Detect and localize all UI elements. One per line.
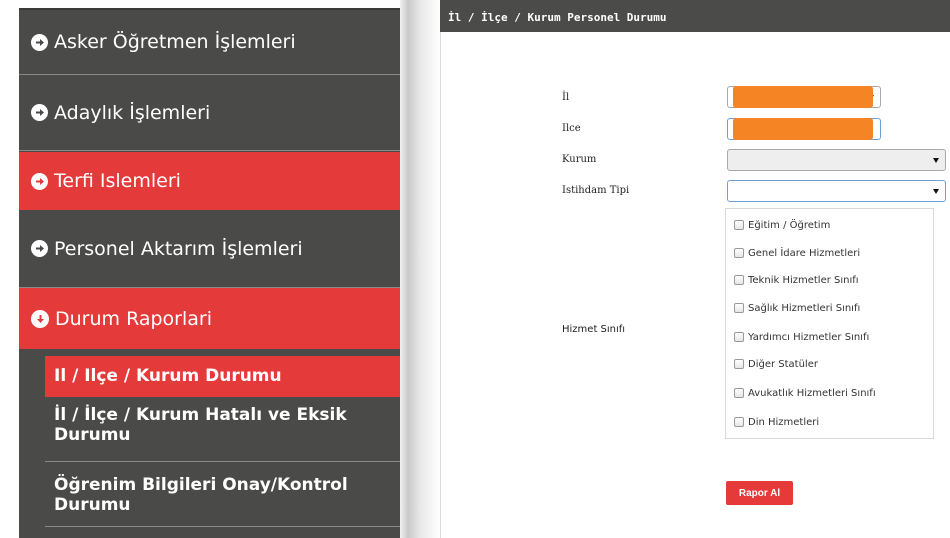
- label-istihdam: Istihdam Tipi: [562, 185, 630, 196]
- subitem-label-line2: Durumu: [54, 495, 131, 515]
- checkbox-label: Avukatlık Hizmetleri Sınıfı: [748, 387, 876, 399]
- checkbox-din-hizmetleri[interactable]: Din Hizmetleri: [734, 415, 819, 429]
- arrow-right-icon: [31, 33, 48, 51]
- checkbox-genel-idare[interactable]: Genel İdare Hizmetleri: [734, 246, 860, 260]
- istihdam-tipi-select[interactable]: [727, 180, 946, 202]
- checkbox-diger-statuler[interactable]: Diğer Statüler: [734, 357, 818, 371]
- sidebar-left-margin: [0, 0, 19, 538]
- sidebar-item-label: Terfi Islemleri: [54, 170, 181, 192]
- checkbox-avukatlik-hizmetleri[interactable]: Avukatlık Hizmetleri Sınıfı: [734, 386, 876, 400]
- checkbox-label: Diğer Statüler: [748, 358, 818, 370]
- checkbox-label: Sağlık Hizmetleri Sınıfı: [748, 302, 861, 314]
- subitem-hatali-eksik-durumu[interactable]: İl / İlçe / Kurum Hatalı ve Eksik Durumu: [45, 405, 400, 455]
- il-select-redaction: [733, 86, 873, 108]
- subitem-label-line1: İl / İlçe / Kurum Hatalı ve Eksik: [54, 405, 347, 425]
- checkbox-label: Yardımcı Hizmetler Sınıfı: [748, 331, 870, 343]
- label-ilce: Ilce: [562, 123, 581, 134]
- sidebar-top-gap: [19, 0, 400, 8]
- label-kurum: Kurum: [562, 154, 597, 165]
- checkbox[interactable]: [734, 303, 744, 313]
- sidebar-item-label: Personel Aktarım İşlemleri: [54, 237, 303, 260]
- label-il: İl: [562, 92, 570, 103]
- sidebar-item-asker-ogretmen[interactable]: Asker Öğretmen İşlemleri: [19, 10, 400, 75]
- checkbox[interactable]: [734, 275, 744, 285]
- label-hizmet-sinifi: Hizmet Sınıfı: [562, 324, 626, 335]
- hizmet-sinifi-list: [725, 208, 934, 439]
- sidebar-item-personel-aktarim[interactable]: Personel Aktarım İşlemleri: [19, 210, 400, 288]
- subitem-ogrenim-bilgileri[interactable]: Öğrenim Bilgileri Onay/Kontrol Durumu: [45, 475, 400, 525]
- checkbox[interactable]: [734, 417, 744, 427]
- rapor-al-button[interactable]: Rapor Al: [726, 481, 793, 505]
- checkbox-label: Din Hizmetleri: [748, 416, 820, 428]
- sidebar: Asker Öğretmen İşlemleri Adaylık İşlemle…: [0, 0, 420, 538]
- sidebar-item-terfi[interactable]: Terfi Islemleri: [19, 152, 400, 210]
- kurum-select[interactable]: [727, 149, 946, 171]
- checkbox[interactable]: [734, 332, 744, 342]
- checkbox-teknik-hizmetler[interactable]: Teknik Hizmetler Sınıfı: [734, 273, 859, 287]
- checkbox-egitim-ogretim[interactable]: Eğitim / Öğretim: [734, 218, 830, 232]
- checkbox-label: Genel İdare Hizmetleri: [748, 247, 861, 259]
- sidebar-item-label: Durum Raporlari: [55, 307, 213, 330]
- checkbox-saglik-hizmetleri[interactable]: Sağlık Hizmetleri Sınıfı: [734, 301, 860, 315]
- subitem-label-line2: Durumu: [54, 425, 131, 445]
- ilce-select-redaction: [733, 118, 873, 140]
- checkbox[interactable]: [734, 388, 744, 398]
- subitem-divider: [45, 526, 400, 527]
- sidebar-item-durum-raporlari[interactable]: Durum Raporlari: [19, 288, 400, 349]
- checkbox-label: Eğitim / Öğretim: [748, 219, 831, 231]
- sidebar-item-label: Asker Öğretmen İşlemleri: [54, 31, 296, 53]
- subitem-divider: [45, 461, 400, 462]
- sidebar-item-label: Adaylık İşlemleri: [54, 101, 211, 124]
- chevron-down-icon: [933, 189, 939, 194]
- arrow-right-icon: [31, 172, 48, 190]
- panel-title: İl / İlçe / Kurum Personel Durumu: [440, 0, 950, 32]
- arrow-down-icon: [31, 309, 49, 328]
- sidebar-item-adaylik[interactable]: Adaylık İşlemleri: [19, 75, 400, 151]
- checkbox[interactable]: [734, 248, 744, 258]
- panel-gutter: [420, 0, 440, 538]
- checkbox[interactable]: [734, 220, 744, 230]
- checkbox-yardimci-hizmetler[interactable]: Yardımcı Hizmetler Sınıfı: [734, 330, 869, 344]
- subitem-label: Il / Ilçe / Kurum Durumu: [54, 366, 282, 386]
- sidebar-shadow: [400, 0, 420, 538]
- arrow-right-icon: [31, 104, 48, 121]
- subitem-label-line1: Öğrenim Bilgileri Onay/Kontrol: [54, 475, 348, 495]
- arrow-right-icon: [31, 240, 48, 257]
- subitem-il-ilce-kurum-durumu[interactable]: Il / Ilçe / Kurum Durumu: [45, 356, 400, 397]
- chevron-down-icon: [933, 158, 939, 163]
- checkbox-label: Teknik Hizmetler Sınıfı: [748, 274, 859, 286]
- checkbox[interactable]: [734, 359, 744, 369]
